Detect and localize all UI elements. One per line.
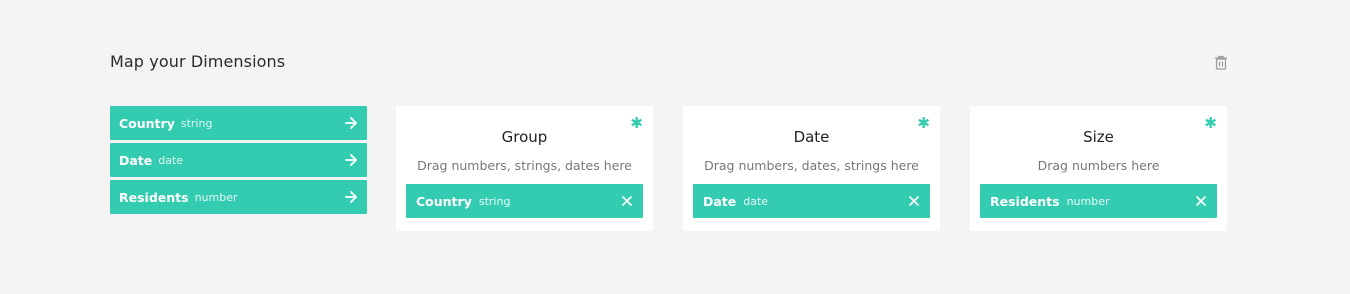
mapped-dimension-chip[interactable]: Residents number [980, 184, 1217, 218]
mapping-card-group[interactable]: ✱ Group Drag numbers, strings, dates her… [396, 106, 653, 231]
chip-name: Residents [990, 193, 1060, 209]
dimension-name: Residents [119, 189, 189, 205]
mapped-dimension-chip[interactable]: Country string [406, 184, 643, 218]
dimension-item-date[interactable]: Date date [110, 143, 367, 177]
dimension-type: string [180, 116, 213, 130]
arrow-right-icon [345, 117, 357, 129]
chip-type: date [743, 194, 769, 208]
arrow-right-icon [345, 154, 357, 166]
dimension-list: Country string Date date Residents numbe… [110, 106, 367, 217]
dimension-type: date [158, 153, 184, 167]
card-hint: Drag numbers, dates, strings here [704, 158, 919, 173]
mapped-dimension-chip[interactable]: Date date [693, 184, 930, 218]
mapping-card-size[interactable]: ✱ Size Drag numbers here Residents numbe… [970, 106, 1227, 231]
required-icon: ✱ [1204, 114, 1217, 132]
required-icon: ✱ [630, 114, 643, 132]
card-title: Size [1083, 128, 1114, 146]
arrow-right-icon [345, 191, 357, 203]
dimension-item-residents[interactable]: Residents number [110, 180, 367, 214]
card-hint: Drag numbers, strings, dates here [417, 158, 632, 173]
close-icon[interactable] [621, 195, 633, 207]
dimension-type: number [194, 190, 238, 204]
card-title: Date [793, 128, 830, 146]
chip-name: Date [703, 193, 737, 209]
chip-type: number [1066, 194, 1110, 208]
close-icon[interactable] [1195, 195, 1207, 207]
dimension-name: Country [119, 115, 175, 131]
mapping-card-date[interactable]: ✱ Date Drag numbers, dates, strings here… [683, 106, 940, 231]
card-hint: Drag numbers here [1037, 158, 1160, 173]
dimension-name: Date [119, 152, 153, 168]
page-title: Map your Dimensions [110, 52, 286, 71]
required-icon: ✱ [917, 114, 930, 132]
dimension-item-country[interactable]: Country string [110, 106, 367, 140]
close-icon[interactable] [908, 195, 920, 207]
chip-name: Country [416, 193, 472, 209]
chip-type: string [478, 194, 511, 208]
card-title: Group [501, 128, 548, 146]
trash-icon[interactable] [1214, 55, 1228, 70]
